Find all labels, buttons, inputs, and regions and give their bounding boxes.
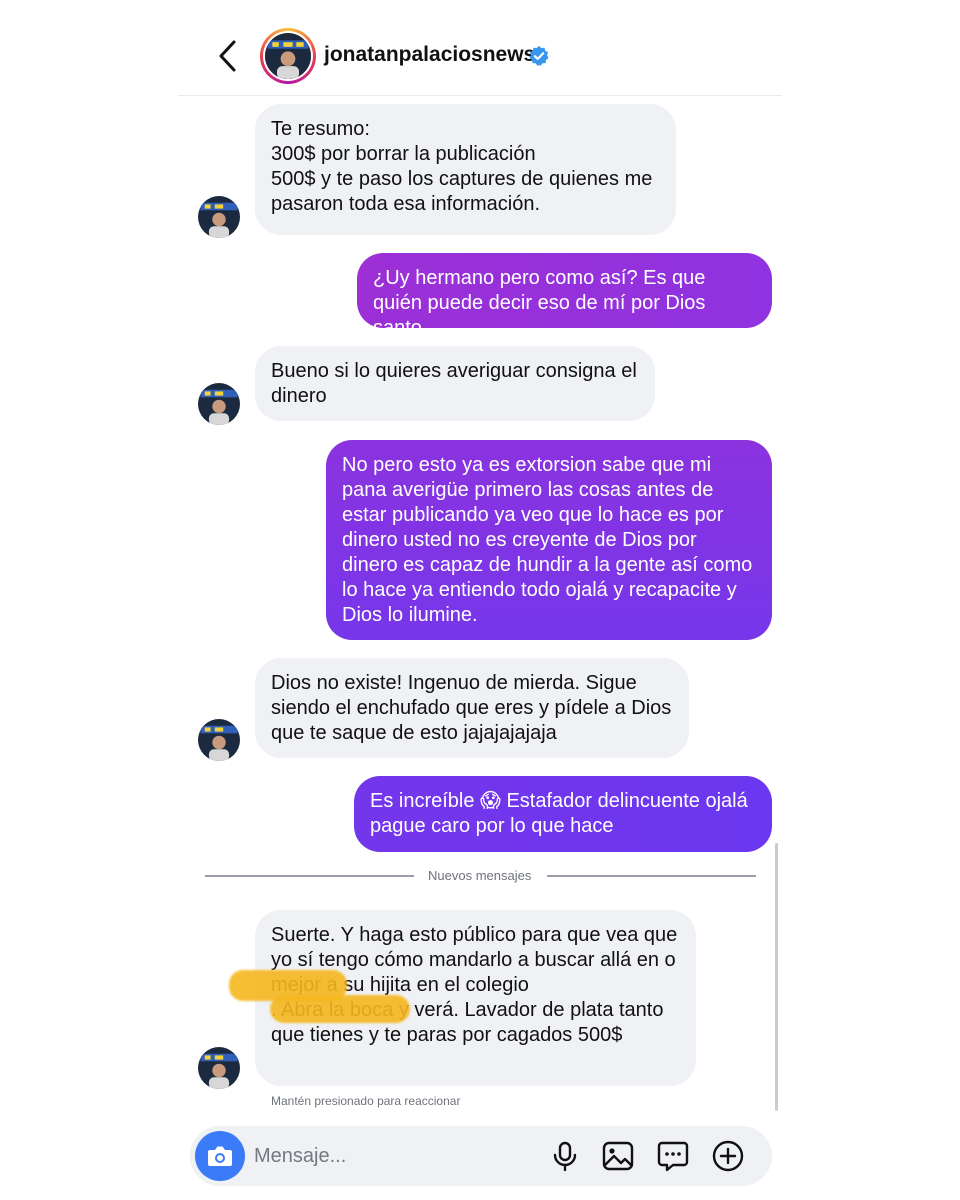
chat-sticker-icon[interactable] [656,1139,690,1173]
redaction-mark [270,995,410,1023]
verified-badge-icon [529,45,549,66]
avatar-image [265,33,311,79]
message-sent[interactable]: Es increíble 😱 Estafador delincuente oja… [354,776,772,852]
message-received[interactable]: Bueno si lo quieres averiguar consigna e… [255,346,655,421]
message-sent[interactable]: ¿Uy hermano pero como así? Es que quién … [357,253,772,339]
message-input[interactable] [254,1142,504,1170]
reaction-hint: Mantén presionado para reaccionar [271,1094,461,1108]
sender-avatar[interactable] [198,196,240,238]
profile-avatar[interactable] [260,28,316,84]
back-button[interactable] [214,36,242,76]
camera-icon [208,1146,232,1166]
avatar-image [198,383,240,425]
camera-button[interactable] [195,1131,245,1181]
sender-avatar[interactable] [198,1047,240,1089]
message-received[interactable]: Dios no existe! Ingenuo de mierda. Sigue… [255,658,689,758]
microphone-icon[interactable] [548,1139,582,1173]
chevron-left-icon [219,40,236,72]
chat-username[interactable]: jonatanpalaciosnews [324,43,535,67]
scrollbar[interactable] [775,843,778,1111]
image-icon[interactable] [601,1139,635,1173]
plus-circle-icon[interactable] [711,1139,745,1173]
new-messages-divider-left [205,875,414,877]
sender-avatar[interactable] [198,719,240,761]
message-received[interactable]: Te resumo: 300$ por borrar la publicació… [255,104,676,235]
new-messages-divider-right [547,875,756,877]
message-sent[interactable]: No pero esto ya es extorsion sabe que mi… [326,440,772,640]
message-composer [190,1126,772,1186]
chat-header: jonatanpalaciosnews [178,0,782,96]
avatar-image [198,196,240,238]
new-messages-label: Nuevos mensajes [428,868,532,883]
sender-avatar[interactable] [198,383,240,425]
avatar-image [198,719,240,761]
avatar-image [198,1047,240,1089]
